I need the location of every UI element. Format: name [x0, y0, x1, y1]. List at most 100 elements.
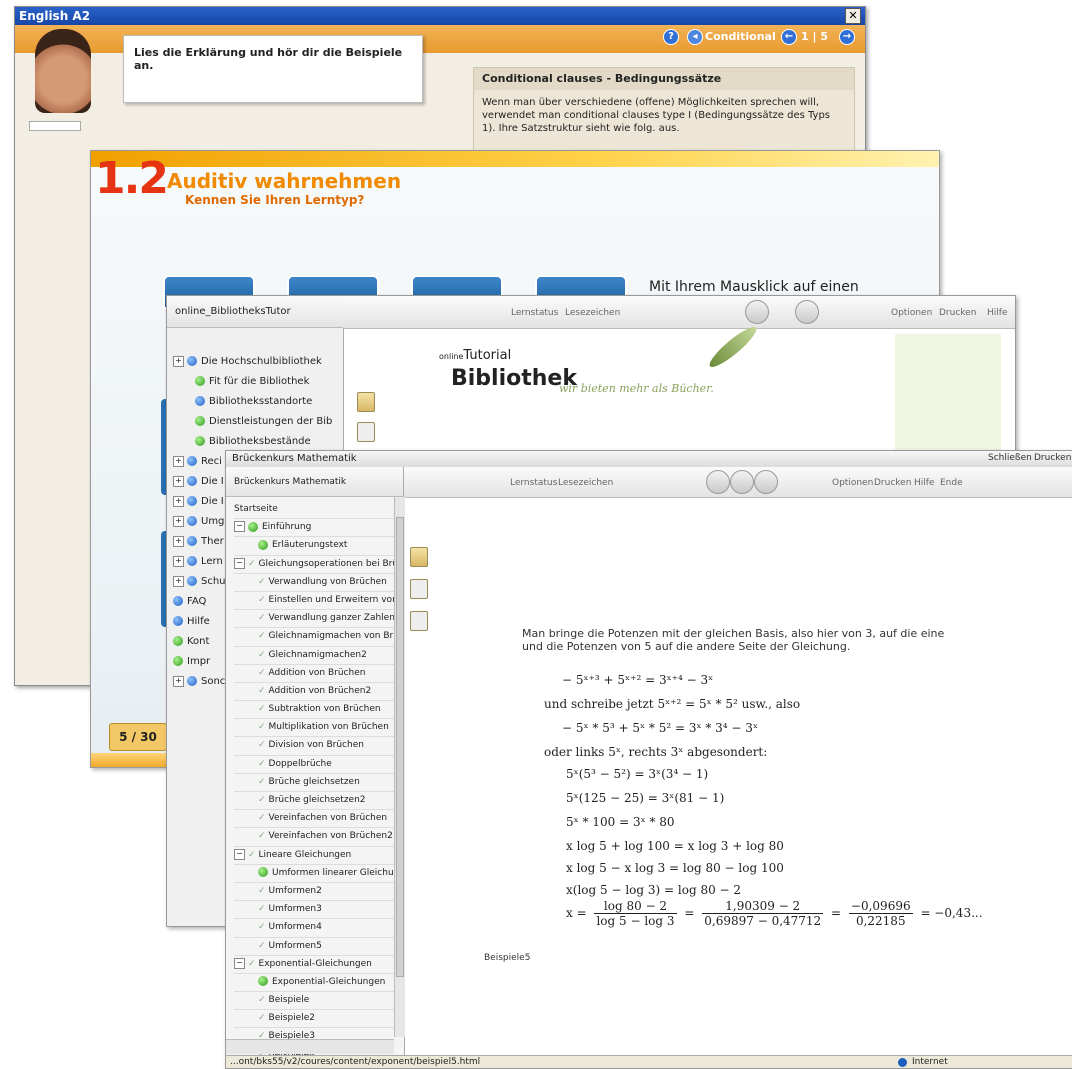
- tree-item[interactable]: Fit für die Bibliothek: [173, 372, 339, 392]
- forward-nav-icon[interactable]: [795, 300, 819, 324]
- expand-icon[interactable]: +: [173, 575, 184, 587]
- tree-item[interactable]: ✓ Subtraktion von Brüchen: [234, 701, 394, 720]
- collapse-icon[interactable]: −: [234, 957, 245, 969]
- hilfe-button[interactable]: Hilfe: [987, 308, 1007, 318]
- expand-icon[interactable]: +: [173, 355, 184, 367]
- lernstatus-button[interactable]: Lernstatus: [510, 478, 557, 488]
- expand-icon[interactable]: +: [173, 495, 184, 507]
- info-heading: Conditional clauses - Bedingungssätze: [474, 68, 854, 90]
- forward-nav-icon[interactable]: [754, 470, 778, 494]
- tree-item[interactable]: Dienstleistungen der Bib: [173, 412, 339, 432]
- tree-item[interactable]: ✓ Verwandlung ganzer Zahlen in: [234, 610, 394, 629]
- expand-icon[interactable]: +: [173, 455, 184, 467]
- collapse-icon[interactable]: −: [234, 521, 245, 533]
- tree-item-label: Lern: [201, 556, 223, 567]
- collapse-icon[interactable]: −: [234, 848, 245, 860]
- tree-item[interactable]: ✓ Beispiele2: [234, 1010, 394, 1029]
- tree-item[interactable]: − ✓ Lineare Gleichungen: [234, 847, 394, 865]
- tree-item[interactable]: − Einführung: [234, 519, 394, 538]
- tree-item[interactable]: Bibliotheksbestände: [173, 432, 339, 452]
- tree-item[interactable]: Startseite: [234, 501, 394, 520]
- expand-icon[interactable]: +: [173, 475, 184, 487]
- expand-icon[interactable]: +: [173, 535, 184, 547]
- optionen-button[interactable]: Optionen: [832, 478, 873, 488]
- drucken-button[interactable]: Drucken: [939, 308, 976, 318]
- tree-item[interactable]: ✓ Division von Brüchen: [234, 737, 394, 756]
- tree-item-label: Die I: [201, 496, 224, 507]
- expand-icon[interactable]: +: [173, 675, 184, 687]
- tree-item[interactable]: Erläuterungstext: [234, 537, 394, 556]
- page-indicator: 5 / 30: [109, 723, 167, 751]
- tree-item[interactable]: ✓ Doppelbrüche: [234, 756, 394, 774]
- tree-item[interactable]: ✓ Umformen5: [234, 938, 394, 956]
- tree-item[interactable]: Umformen linearer Gleichungen: [234, 865, 394, 883]
- tree-item[interactable]: ✓ Verwandlung von Brüchen: [234, 574, 394, 592]
- tree-item-label: Umformen2: [268, 885, 322, 896]
- tree-item-label: Sonc: [201, 676, 226, 687]
- tree-item[interactable]: Bibliotheksstandorte: [173, 392, 339, 412]
- notes-icon[interactable]: [357, 392, 375, 412]
- tree-item[interactable]: − ✓ Exponential-Gleichungen: [234, 956, 394, 974]
- drucken-title-button[interactable]: Drucken: [1034, 453, 1071, 463]
- tree-item[interactable]: Exponential-Gleichungen: [234, 974, 394, 993]
- tree-item[interactable]: ✓ Brüche gleichsetzen: [234, 774, 394, 792]
- tree-item[interactable]: ✓Gleichnamigmachen von Brüchen: [234, 628, 394, 647]
- math-line-5: 5ˣ(5³ − 5²) = 3ˣ(3⁴ − 1): [566, 767, 709, 781]
- home-nav-icon[interactable]: [730, 470, 754, 494]
- lesezeichen-button[interactable]: Lesezeichen: [558, 478, 613, 488]
- check-icon: ✓: [258, 922, 266, 933]
- tree-item[interactable]: −✓Gleichungsoperationen bei Brüchen: [234, 556, 394, 574]
- close-button[interactable]: ✕: [845, 8, 861, 24]
- hilfe-button[interactable]: Hilfe: [914, 478, 934, 488]
- tree-item[interactable]: ✓ Brüche gleichsetzen2: [234, 792, 394, 811]
- ende-button[interactable]: Ende: [940, 478, 963, 488]
- back-nav-icon[interactable]: [745, 300, 769, 324]
- horizontal-scrollbar[interactable]: [226, 1039, 394, 1054]
- next-arrow-icon[interactable]: →: [839, 29, 855, 45]
- tree-item[interactable]: ✓ Multiplikation von Brüchen: [234, 719, 394, 738]
- drucken-button[interactable]: Drucken: [874, 478, 911, 488]
- status-zone: Internet: [912, 1057, 948, 1067]
- audio-icon[interactable]: ◂: [687, 29, 703, 45]
- prev-arrow-icon[interactable]: ←: [781, 29, 797, 45]
- tree-item[interactable]: ✓ Vereinfachen von Brüchen: [234, 810, 394, 829]
- check-icon: ✓: [258, 940, 266, 951]
- expand-icon[interactable]: +: [173, 555, 184, 567]
- audio-slider[interactable]: [29, 121, 81, 131]
- info-text: Wenn man über verschiedene (offene) Mögl…: [482, 97, 831, 134]
- check-icon: ✓: [248, 958, 256, 969]
- collapse-icon[interactable]: −: [234, 557, 245, 569]
- document-icon[interactable]: [357, 422, 375, 442]
- logo-tagline: wir bieten mehr als Bücher.: [559, 382, 714, 395]
- tree-item[interactable]: ✓Einstellen und Erweitern von Brüchen: [234, 592, 394, 611]
- check-icon: ✓: [258, 685, 266, 696]
- tree-item[interactable]: ✓ Umformen4: [234, 919, 394, 938]
- schliessen-button[interactable]: Schließen: [988, 453, 1032, 463]
- tree-item[interactable]: ✓ Vereinfachen von Brüchen2: [234, 828, 394, 847]
- tree-item[interactable]: ✓ Addition von Brüchen2: [234, 683, 394, 702]
- tree-item-label: Vereinfachen von Brüchen: [268, 813, 388, 824]
- check-icon: ✓: [258, 1013, 266, 1024]
- tree-item[interactable]: ✓ Umformen2: [234, 883, 394, 902]
- tree-item[interactable]: ✓ Umformen3: [234, 901, 394, 920]
- scroll-thumb[interactable]: [396, 517, 404, 977]
- tree-item-label: Impr: [187, 656, 211, 667]
- tree-item[interactable]: ✓ Beispiele: [234, 992, 394, 1011]
- vertical-scrollbar[interactable]: [394, 497, 405, 1037]
- help-icon[interactable]: ?: [663, 29, 679, 45]
- tree-item-label: Umformen4: [268, 922, 322, 933]
- back-nav-icon[interactable]: [706, 470, 730, 494]
- tree-item[interactable]: ✓ Gleichnamigmachen2: [234, 647, 394, 665]
- expand-icon[interactable]: +: [173, 515, 184, 527]
- lesezeichen-button[interactable]: Lesezeichen: [565, 308, 620, 318]
- blue-dot-icon: [187, 536, 197, 546]
- tree-item[interactable]: + Die Hochschulbibliothek: [173, 352, 339, 372]
- math-line-2: und schreibe jetzt 5ˣ⁺² = 5ˣ * 5² usw., …: [544, 697, 801, 711]
- tree-item[interactable]: ✓ Addition von Brüchen: [234, 665, 394, 683]
- tree-item-label: Beispiele2: [268, 1013, 315, 1024]
- math-line-7: 5ˣ * 100 = 3ˣ * 80: [566, 815, 675, 829]
- check-icon: ✓: [248, 849, 256, 860]
- lernstatus-button[interactable]: Lernstatus: [511, 308, 558, 318]
- optionen-button[interactable]: Optionen: [891, 308, 932, 318]
- check-icon: ✓: [258, 722, 266, 733]
